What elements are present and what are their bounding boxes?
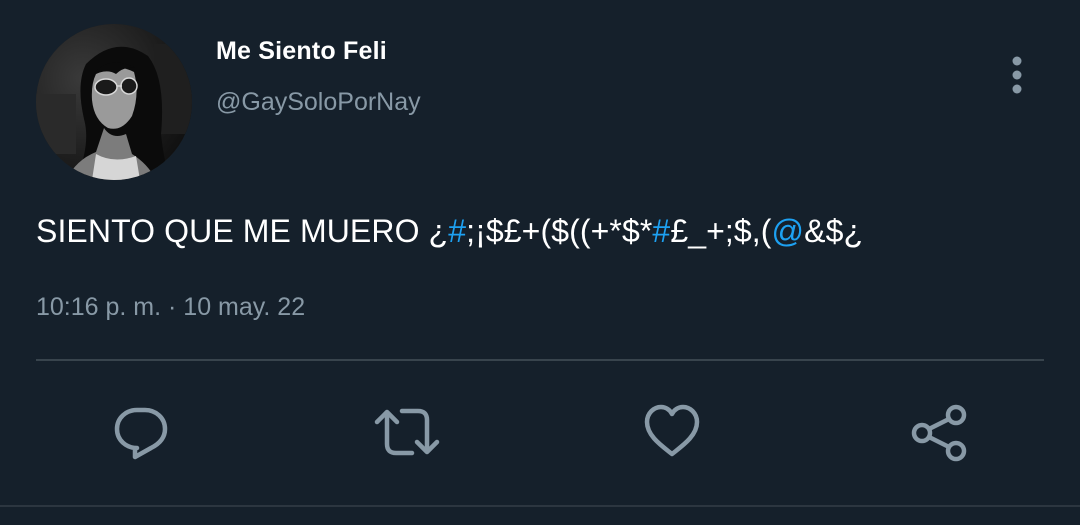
tweet-text-segment: &$¿ xyxy=(804,213,864,249)
hashtag-link[interactable]: # xyxy=(448,213,466,249)
reply-button[interactable] xyxy=(109,400,173,464)
avatar[interactable] xyxy=(36,24,192,180)
like-button[interactable] xyxy=(642,400,702,464)
share-icon xyxy=(911,404,967,462)
display-name[interactable]: Me Siento Feli xyxy=(216,36,387,66)
retweet-button[interactable] xyxy=(374,400,440,464)
tweet-text-segment: £_+;$,( xyxy=(670,213,772,249)
bottom-divider xyxy=(0,505,1080,507)
heart-icon xyxy=(644,404,700,457)
tweet-text-segment: SIENTO QUE ME MUERO ¿ xyxy=(36,213,449,249)
more-vertical-icon xyxy=(1012,56,1022,94)
divider xyxy=(36,359,1044,361)
reply-icon xyxy=(114,407,168,460)
retweet-icon xyxy=(374,408,440,456)
mention-link[interactable]: @ xyxy=(772,213,805,249)
user-handle[interactable]: @GaySoloPorNay xyxy=(216,87,421,117)
tweet-text: SIENTO QUE ME MUERO ¿#;¡$£+($((+*$*#£_+;… xyxy=(36,211,863,251)
hashtag-link[interactable]: # xyxy=(652,213,670,249)
more-options-button[interactable] xyxy=(998,52,1036,98)
tweet-card: Me Siento Feli @GaySoloPorNay SIENTO QUE… xyxy=(0,0,1080,525)
share-button[interactable] xyxy=(908,400,970,464)
tweet-timestamp[interactable]: 10:16 p. m. · 10 may. 22 xyxy=(36,291,305,323)
avatar-image xyxy=(36,24,192,180)
tweet-text-segment: ;¡$£+($((+*$* xyxy=(466,213,653,249)
